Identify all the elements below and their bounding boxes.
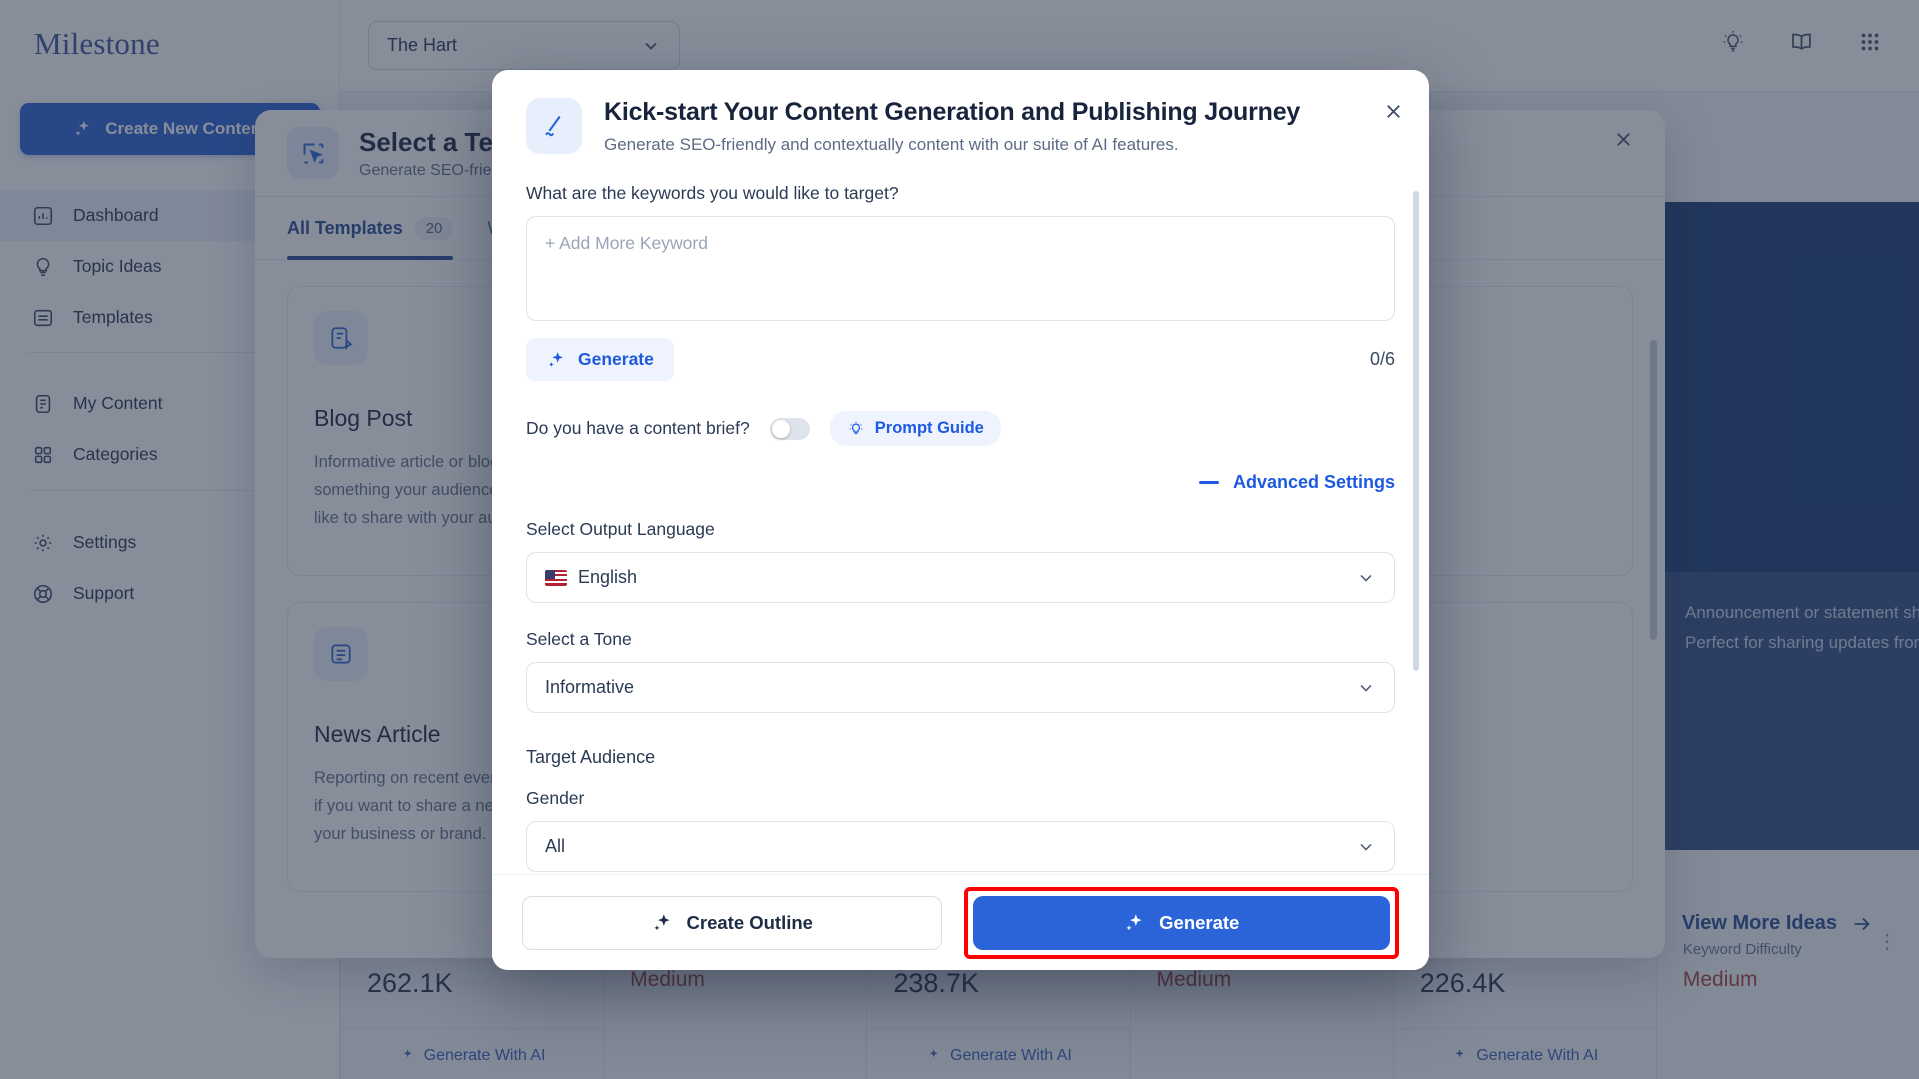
modal-footer: Create Outline Generate — [492, 874, 1429, 970]
modal-subtitle: Generate SEO-friendly and contextually c… — [604, 135, 1179, 154]
sparkle-icon — [651, 912, 673, 934]
target-audience-heading: Target Audience — [526, 747, 656, 767]
keyword-input[interactable]: + Add More Keyword — [526, 216, 1395, 321]
modal-scrollbar[interactable] — [1413, 191, 1419, 671]
keyword-generate-row: Generate 0/6 — [526, 338, 1395, 381]
prompt-guide-label: Prompt Guide — [874, 419, 984, 437]
output-language-label: Select Output Language — [526, 519, 715, 539]
content-generation-modal: Kick-start Your Content Generation and P… — [492, 70, 1429, 970]
create-outline-button[interactable]: Create Outline — [522, 895, 942, 950]
chevron-down-icon — [1356, 837, 1376, 857]
generate-button-label: Generate — [1159, 911, 1240, 933]
generate-button-highlight: Generate — [963, 886, 1399, 959]
modal-body: What are the keywords you would like to … — [492, 155, 1429, 874]
generate-keywords-button[interactable]: Generate — [526, 338, 674, 381]
keyword-counter: 0/6 — [1369, 349, 1395, 369]
modal-title: Kick-start Your Content Generation and P… — [604, 98, 1301, 126]
close-icon[interactable] — [1382, 100, 1405, 123]
pen-write-icon — [526, 98, 582, 154]
modal-header: Kick-start Your Content Generation and P… — [492, 70, 1429, 155]
generate-keywords-label: Generate — [578, 349, 654, 369]
keyword-field-label: What are the keywords you would like to … — [526, 183, 899, 203]
sparkle-icon — [546, 350, 566, 370]
sparkle-icon — [1123, 912, 1145, 934]
chevron-down-icon — [1356, 678, 1376, 698]
chevron-down-icon — [1356, 568, 1376, 588]
gender-label: Gender — [526, 788, 585, 808]
gender-value: All — [545, 836, 566, 856]
advanced-settings-label: Advanced Settings — [1232, 472, 1395, 492]
minus-icon — [1198, 481, 1219, 484]
tone-value: Informative — [545, 677, 635, 697]
advanced-settings-toggle[interactable]: Advanced Settings — [526, 472, 1395, 493]
prompt-guide-button[interactable]: Prompt Guide — [829, 411, 1001, 446]
output-language-field: Select Output Language English — [526, 519, 1395, 603]
ai-bulb-icon — [847, 420, 865, 438]
app-root: Milestone Create New Content Dashboard — [0, 0, 1919, 1079]
tone-select[interactable]: Informative — [526, 662, 1395, 713]
toggle-knob — [771, 419, 790, 438]
content-brief-toggle[interactable] — [769, 417, 810, 440]
gender-field: Gender All — [526, 788, 1395, 872]
tone-field: Select a Tone Informative — [526, 629, 1395, 713]
output-language-value: English — [578, 567, 638, 587]
gender-select[interactable]: All — [526, 821, 1395, 872]
generate-button[interactable]: Generate — [972, 895, 1390, 950]
content-brief-label: Do you have a content brief? — [526, 418, 750, 438]
tone-label: Select a Tone — [526, 629, 632, 649]
content-brief-row: Do you have a content brief? Prompt Guid… — [526, 411, 1395, 446]
output-language-select[interactable]: English — [526, 552, 1395, 603]
us-flag-icon — [545, 569, 567, 586]
create-outline-label: Create Outline — [686, 911, 813, 933]
